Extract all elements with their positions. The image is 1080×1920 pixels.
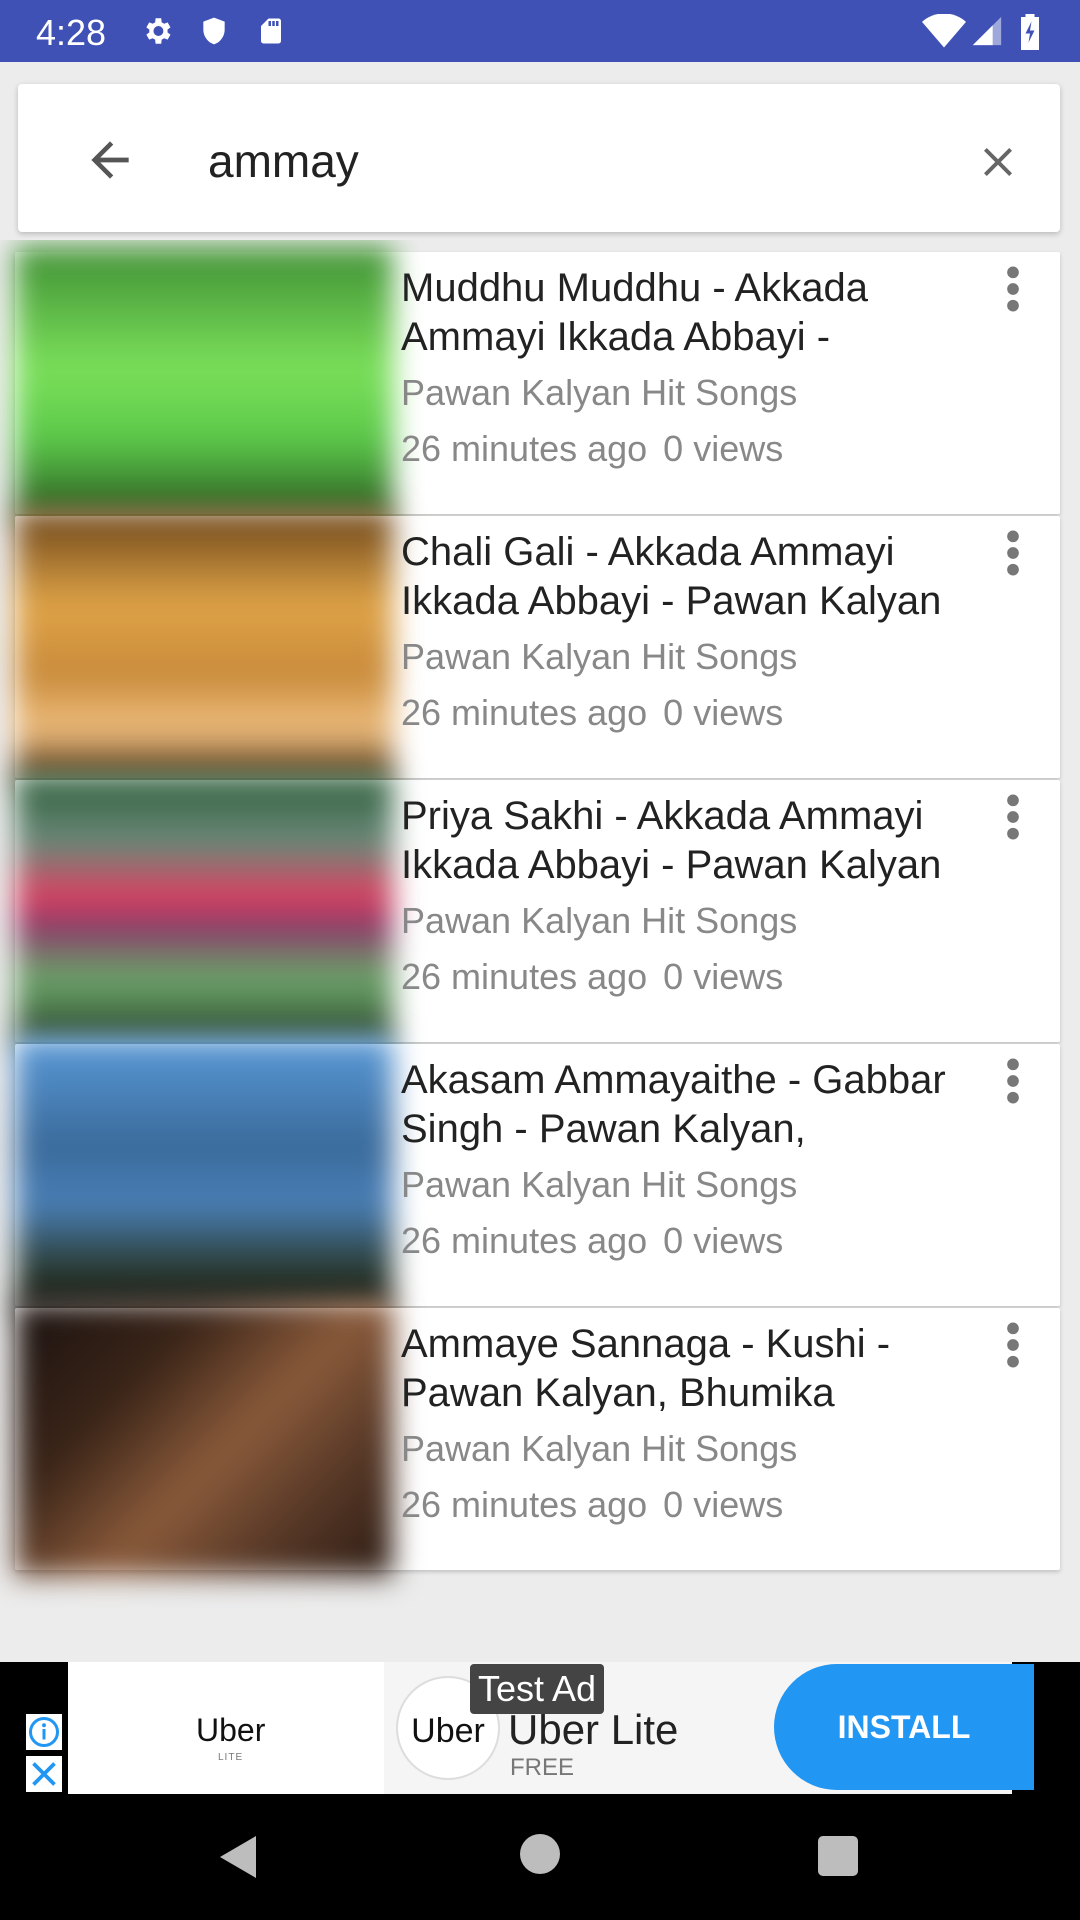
video-meta: 26 minutes ago 0 views <box>401 1220 783 1262</box>
channel-name: Pawan Kalyan Hit Songs <box>401 1428 798 1469</box>
video-thumbnail[interactable] <box>15 1302 393 1576</box>
list-item[interactable]: Akasam Ammayaithe - Gabbar Singh - Pawan… <box>15 1038 1060 1312</box>
sd-card-icon <box>261 18 281 44</box>
list-item[interactable]: Muddhu Muddhu - Akkada Ammayi Ikkada Abb… <box>15 246 1060 520</box>
more-vert-icon[interactable] <box>993 1056 1033 1106</box>
ad-app-icon-text: Uber <box>411 1712 485 1750</box>
status-bar: 4:28 <box>0 0 1080 62</box>
video-meta: 26 minutes ago 0 views <box>401 692 783 734</box>
list-item[interactable]: Ammaye Sannaga - Kushi - Pawan Kalyan, B… <box>15 1302 1060 1576</box>
home-circle-icon[interactable] <box>520 1834 560 1874</box>
gear-icon <box>146 18 171 44</box>
search-bar: ammay <box>18 84 1060 232</box>
video-thumbnail[interactable] <box>15 774 393 1048</box>
view-count: 0 views <box>663 1484 784 1525</box>
view-count: 0 views <box>663 956 784 997</box>
test-ad-badge: Test Ad <box>470 1664 605 1714</box>
upload-time: 26 minutes ago <box>401 692 648 733</box>
ad-image[interactable]: Uber LITE <box>68 1662 384 1794</box>
upload-time: 26 minutes ago <box>401 956 648 997</box>
upload-time: 26 minutes ago <box>401 1220 648 1261</box>
video-thumbnail[interactable] <box>15 1038 393 1312</box>
ad-price: FREE <box>510 1754 575 1781</box>
recents-square-icon[interactable] <box>818 1836 858 1876</box>
ad-logo-subtext: LITE <box>218 1752 244 1763</box>
video-meta: 26 minutes ago 0 views <box>401 1484 783 1526</box>
close-icon[interactable] <box>26 1756 62 1792</box>
shield-icon <box>203 17 225 45</box>
list-item[interactable]: Chali Gali - Akkada Ammayi Ikkada Abbayi… <box>15 510 1060 784</box>
close-icon[interactable] <box>974 138 1022 186</box>
battery-icon <box>1021 14 1039 50</box>
back-triangle-icon[interactable] <box>216 1832 260 1882</box>
channel-name: Pawan Kalyan Hit Songs <box>401 636 798 677</box>
results-list: Muddhu Muddhu - Akkada Ammayi Ikkada Abb… <box>0 240 1080 1660</box>
view-count: 0 views <box>663 1220 784 1261</box>
search-input[interactable]: ammay <box>208 134 359 188</box>
video-thumbnail[interactable] <box>15 246 393 520</box>
video-meta: 26 minutes ago 0 views <box>401 956 783 998</box>
more-vert-icon[interactable] <box>993 528 1033 578</box>
more-vert-icon[interactable] <box>993 792 1033 842</box>
list-item[interactable]: Priya Sakhi - Akkada Ammayi Ikkada Abbay… <box>15 774 1060 1048</box>
channel-name: Pawan Kalyan Hit Songs <box>401 900 798 941</box>
upload-time: 26 minutes ago <box>401 428 648 469</box>
ad-logo-text: Uber <box>196 1712 266 1748</box>
arrow-left-icon[interactable] <box>82 132 138 188</box>
video-title[interactable]: Priya Sakhi - Akkada Ammayi Ikkada Abbay… <box>401 792 991 890</box>
video-meta: 26 minutes ago 0 views <box>401 428 783 470</box>
wifi-icon <box>922 14 966 48</box>
view-count: 0 views <box>663 692 784 733</box>
video-title[interactable]: Akasam Ammayaithe - Gabbar Singh - Pawan… <box>401 1056 991 1154</box>
video-title[interactable]: Muddhu Muddhu - Akkada Ammayi Ikkada Abb… <box>401 264 991 362</box>
video-thumbnail[interactable] <box>15 510 393 784</box>
status-time: 4:28 <box>36 12 107 53</box>
upload-time: 26 minutes ago <box>401 1484 648 1525</box>
signal-icon <box>972 16 1002 46</box>
view-count: 0 views <box>663 428 784 469</box>
video-title[interactable]: Ammaye Sannaga - Kushi - Pawan Kalyan, B… <box>401 1320 991 1418</box>
navigation-bar <box>0 1794 1080 1920</box>
channel-name: Pawan Kalyan Hit Songs <box>401 1164 798 1205</box>
install-button[interactable]: INSTALL <box>774 1664 1034 1790</box>
more-vert-icon[interactable] <box>993 1320 1033 1370</box>
video-title[interactable]: Chali Gali - Akkada Ammayi Ikkada Abbayi… <box>401 528 991 626</box>
channel-name: Pawan Kalyan Hit Songs <box>401 372 798 413</box>
more-vert-icon[interactable] <box>993 264 1033 314</box>
info-icon[interactable] <box>26 1714 62 1750</box>
